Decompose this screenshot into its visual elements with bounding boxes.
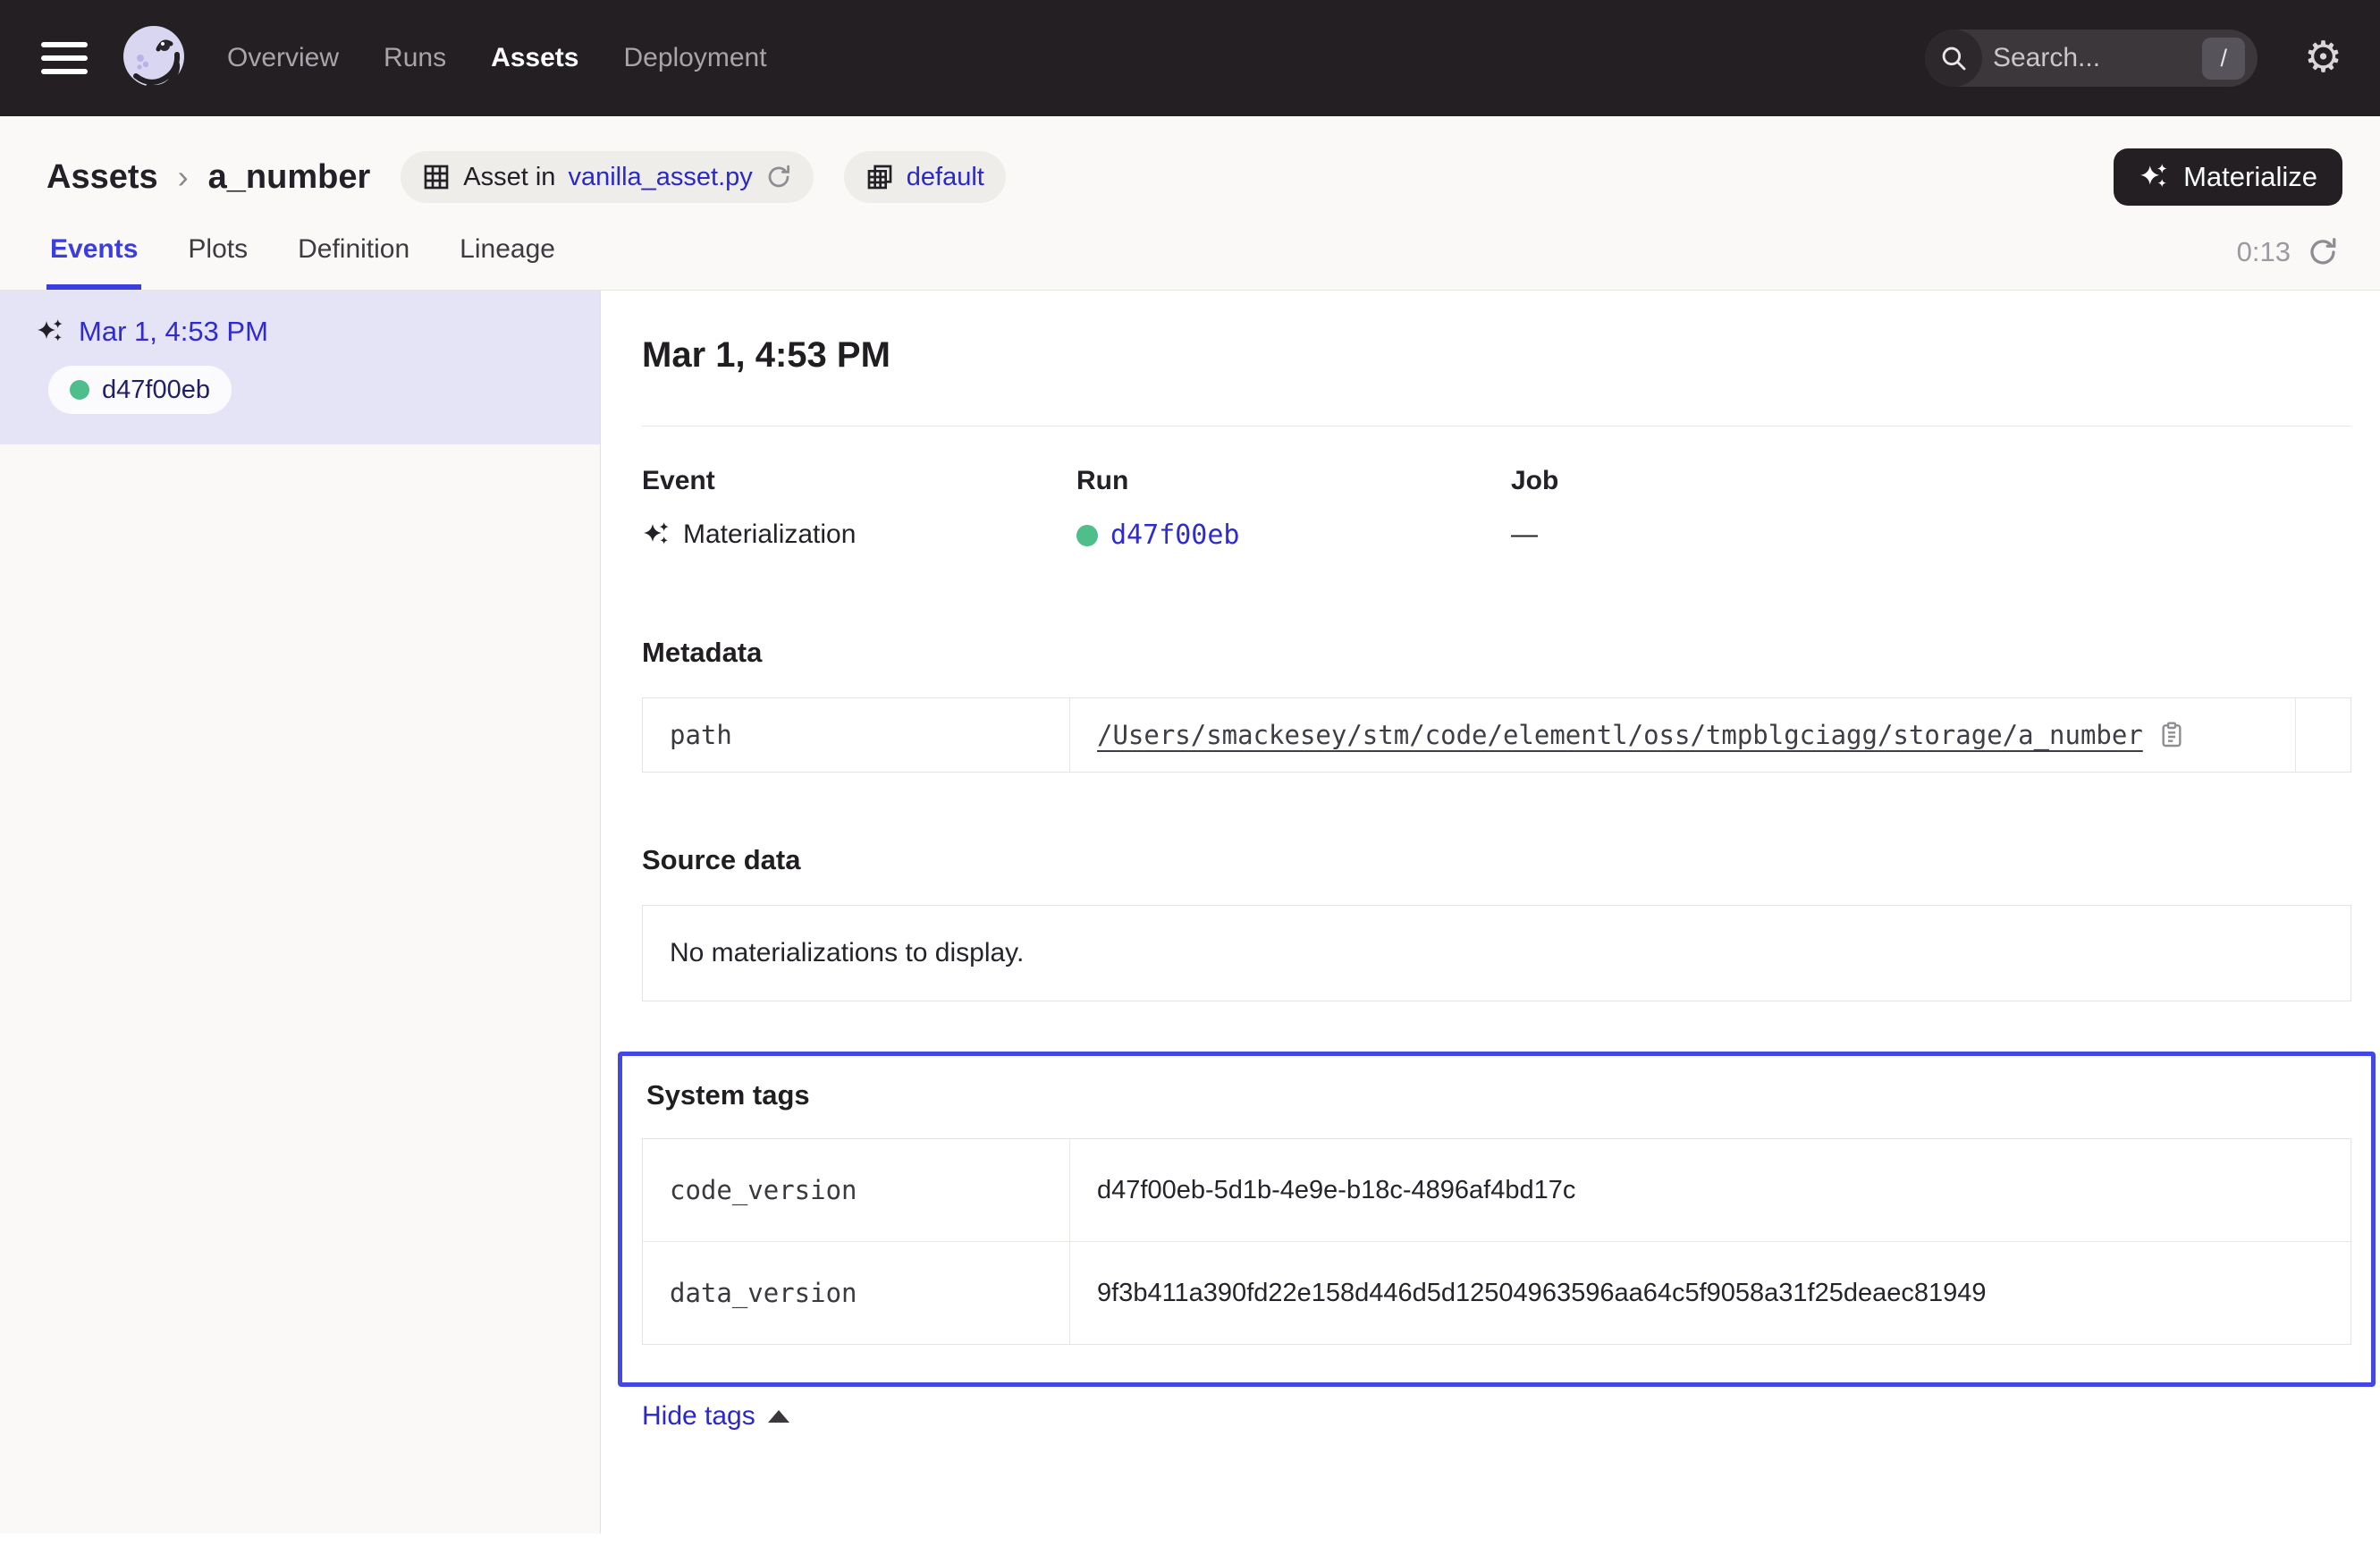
tab-definition[interactable]: Definition <box>294 222 413 290</box>
tab-lineage[interactable]: Lineage <box>456 222 559 290</box>
system-tags-heading: System tags <box>646 1079 2351 1111</box>
metadata-heading: Metadata <box>642 637 2351 669</box>
nav-overview[interactable]: Overview <box>227 43 339 73</box>
run-id-chip[interactable]: d47f00eb <box>48 366 232 414</box>
event-detail-panel: Mar 1, 4:53 PM Event Materialization <box>601 291 2380 1533</box>
breadcrumb: Assets › a_number Asset in vanilla_asset… <box>0 116 2380 211</box>
materialize-button-label: Materialize <box>2183 161 2317 193</box>
job-empty-value: — <box>1511 520 1538 550</box>
system-tags-highlight-box: System tags code_version d47f00eb-5d1b-4… <box>618 1052 2376 1387</box>
event-summary: Event Materialization Run d <box>642 466 2351 551</box>
refresh-icon[interactable] <box>2307 236 2339 268</box>
tag-key: code_version <box>643 1139 1070 1241</box>
hide-tags-link[interactable]: Hide tags <box>642 1401 789 1432</box>
asset-group-badge: default <box>844 151 1006 203</box>
breadcrumb-assets-link[interactable]: Assets <box>46 158 158 197</box>
metadata-key: path <box>643 698 1070 772</box>
tag-value: d47f00eb-5d1b-4e9e-b18c-4896af4bd17c <box>1070 1139 2350 1241</box>
copy-icon[interactable] <box>2157 721 2186 749</box>
collapse-arrow-icon <box>768 1410 789 1423</box>
tag-key: data_version <box>643 1242 1070 1344</box>
metadata-row-action-cell <box>2295 698 2350 772</box>
primary-nav: Overview Runs Assets Deployment <box>227 43 767 73</box>
search-shortcut-key: / <box>2202 38 2245 80</box>
materialization-sparkle-icon <box>642 520 671 549</box>
table-grid-icon <box>422 163 451 191</box>
nav-assets[interactable]: Assets <box>491 43 578 73</box>
table-row: path /Users/smackesey/stm/code/elementl/… <box>643 698 2350 772</box>
search-box[interactable]: / <box>1925 30 2258 87</box>
materialize-button[interactable]: Materialize <box>2114 148 2342 206</box>
sparkle-icon <box>2139 162 2169 192</box>
metadata-table: path /Users/smackesey/stm/code/elementl/… <box>642 697 2351 773</box>
event-timestamp-link[interactable]: Mar 1, 4:53 PM <box>79 316 268 348</box>
system-tags-table: code_version d47f00eb-5d1b-4e9e-b18c-489… <box>642 1138 2351 1345</box>
asset-name: a_number <box>208 158 371 197</box>
events-sidebar: Mar 1, 4:53 PM d47f00eb <box>0 291 601 1533</box>
run-column-label: Run <box>1076 466 1511 496</box>
table-row: data_version 9f3b411a390fd22e158d446d5d1… <box>643 1242 2350 1344</box>
search-input[interactable] <box>1982 43 2202 73</box>
code-location-file-link[interactable]: vanilla_asset.py <box>568 163 752 192</box>
nav-runs[interactable]: Runs <box>384 43 446 73</box>
source-data-empty-message: No materializations to display. <box>642 905 2351 1001</box>
source-data-section: Source data No materializations to displ… <box>642 844 2351 1001</box>
search-icon <box>1925 30 1982 87</box>
breadcrumb-separator: › <box>178 158 189 196</box>
metadata-section: Metadata path /Users/smackesey/stm/code/… <box>642 637 2351 773</box>
run-id-link[interactable]: d47f00eb <box>1110 520 1240 551</box>
refresh-timer: 0:13 <box>2237 236 2339 290</box>
code-location-badge: Asset in vanilla_asset.py <box>401 151 814 203</box>
run-status-dot <box>70 380 89 400</box>
dagster-logo-icon[interactable] <box>118 22 190 94</box>
event-list-item[interactable]: Mar 1, 4:53 PM d47f00eb <box>0 291 600 444</box>
event-column-label: Event <box>642 466 1076 496</box>
hide-tags-label: Hide tags <box>642 1401 755 1432</box>
tab-events[interactable]: Events <box>46 222 141 290</box>
divider <box>642 426 2351 427</box>
nav-deployment[interactable]: Deployment <box>623 43 766 73</box>
event-type-value: Materialization <box>683 520 856 550</box>
menu-icon[interactable] <box>41 38 91 79</box>
reload-location-icon[interactable] <box>765 164 792 190</box>
run-id-label: d47f00eb <box>102 376 210 405</box>
stacked-grid-icon <box>865 163 894 191</box>
materialization-sparkle-icon <box>36 317 64 346</box>
table-row: code_version d47f00eb-5d1b-4e9e-b18c-489… <box>643 1139 2350 1242</box>
tab-plots[interactable]: Plots <box>184 222 251 290</box>
asset-group-link[interactable]: default <box>907 163 984 192</box>
gear-icon[interactable]: ⚙ <box>2304 37 2342 80</box>
top-nav-bar: Overview Runs Assets Deployment / ⚙ <box>0 0 2380 116</box>
run-status-dot <box>1076 525 1098 546</box>
tag-value: 9f3b411a390fd22e158d446d5d12504963596aa6… <box>1070 1242 2350 1344</box>
refresh-countdown: 0:13 <box>2237 236 2291 268</box>
code-location-prefix: Asset in <box>463 163 555 192</box>
asset-tabs: Events Plots Definition Lineage 0:13 <box>0 211 2380 290</box>
asset-header: Assets › a_number Asset in vanilla_asset… <box>0 116 2380 291</box>
event-title: Mar 1, 4:53 PM <box>642 335 2351 376</box>
source-data-heading: Source data <box>642 844 2351 876</box>
job-column-label: Job <box>1511 466 2351 496</box>
metadata-path-link[interactable]: /Users/smackesey/stm/code/elementl/oss/t… <box>1097 720 2143 750</box>
